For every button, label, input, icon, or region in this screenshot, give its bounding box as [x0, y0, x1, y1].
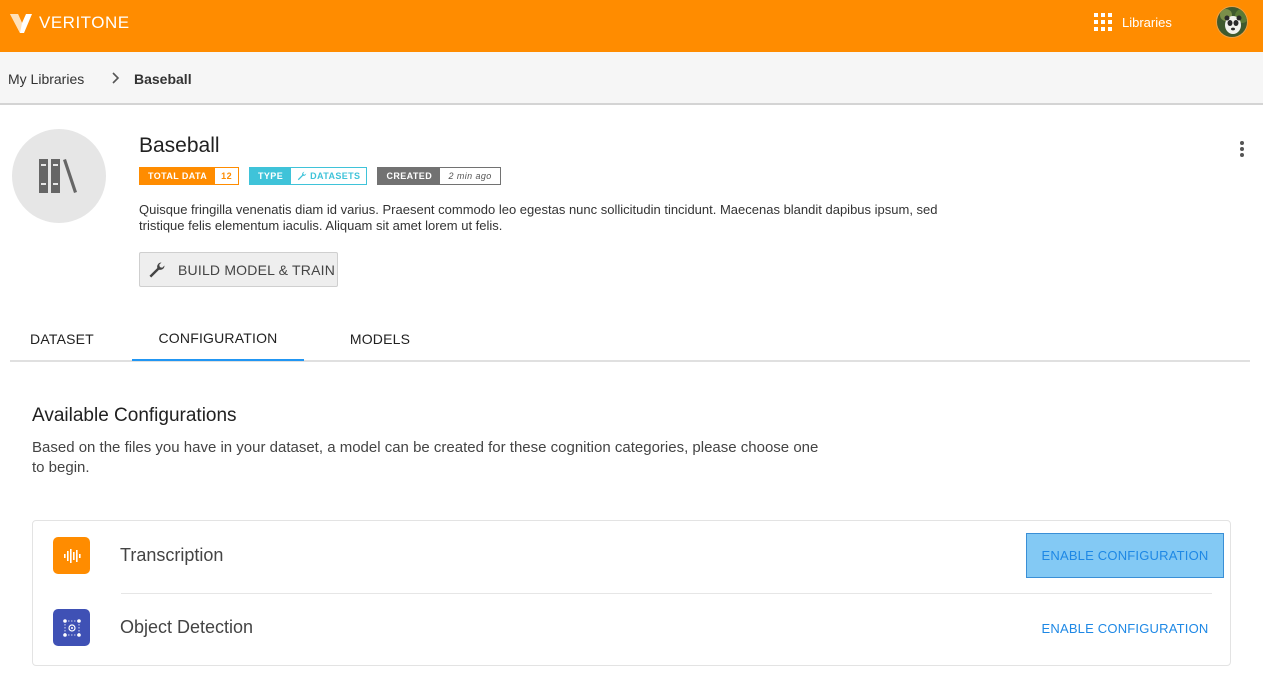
build-button-label: BUILD MODEL & TRAIN [178, 261, 336, 278]
configurations-list: Transcription ENABLE CONFIGURATION Objec… [32, 520, 1231, 666]
created-value: 2 min ago [440, 168, 501, 184]
wrench-icon [297, 171, 307, 181]
type-label: TYPE [249, 168, 292, 184]
tab-configuration[interactable]: CONFIGURATION [132, 316, 304, 361]
audio-waveform-icon [53, 537, 90, 574]
apps-grid-icon [1094, 13, 1112, 31]
section-description: Based on the files you have in your data… [32, 439, 819, 476]
configuration-name: Object Detection [120, 617, 254, 637]
enable-configuration-button[interactable]: ENABLE CONFIGURATION [1026, 608, 1224, 648]
libraries-app-switcher[interactable]: Libraries [1094, 13, 1172, 31]
library-tabs: DATASET CONFIGURATION MODELS [10, 316, 1250, 362]
list-item: Object Detection ENABLE CONFIGURATION [33, 593, 1230, 665]
total-data-label: TOTAL DATA [140, 168, 216, 184]
wrench-icon [149, 261, 165, 277]
veritone-logo[interactable]: VERITONE [8, 10, 130, 36]
type-badge: TYPE DATASETS [248, 167, 368, 185]
library-books-icon [39, 159, 77, 193]
configuration-name: Transcription [120, 545, 224, 565]
total-data-value: 12 [215, 168, 238, 184]
brand-name: VERITONE [39, 13, 130, 32]
page-title: Baseball [139, 134, 220, 157]
veritone-logo-icon [10, 14, 32, 33]
build-model-train-button[interactable]: BUILD MODEL & TRAIN [139, 252, 338, 287]
list-item: Transcription ENABLE CONFIGURATION [33, 521, 1230, 593]
created-badge: CREATED 2 min ago [377, 167, 502, 185]
library-avatar [12, 129, 106, 223]
chevron-right-icon [112, 72, 120, 84]
created-label: CREATED [378, 168, 441, 184]
total-data-badge: TOTAL DATA 12 [139, 167, 239, 185]
user-avatar[interactable] [1216, 6, 1248, 38]
type-value: DATASETS [310, 171, 361, 181]
tab-models[interactable]: MODELS [320, 316, 440, 361]
more-options-icon[interactable] [1234, 138, 1250, 160]
library-description: Quisque fringilla venenatis diam id vari… [139, 202, 938, 233]
library-meta-badges: TOTAL DATA 12 TYPE DATASETS CREATED 2 mi… [139, 167, 511, 185]
tab-dataset[interactable]: DATASET [10, 316, 114, 361]
avatar-image [1217, 7, 1247, 37]
section-title: Available Configurations [32, 405, 237, 426]
breadcrumb: My Libraries Baseball [0, 52, 1263, 105]
object-detection-icon [53, 609, 90, 646]
apps-label: Libraries [1122, 14, 1172, 30]
enable-configuration-button[interactable]: ENABLE CONFIGURATION [1026, 533, 1224, 578]
type-value-wrap: DATASETS [291, 168, 367, 184]
top-app-bar: VERITONE Libraries [0, 0, 1263, 52]
breadcrumb-my-libraries[interactable]: My Libraries [8, 71, 84, 87]
breadcrumb-current: Baseball [134, 71, 192, 87]
